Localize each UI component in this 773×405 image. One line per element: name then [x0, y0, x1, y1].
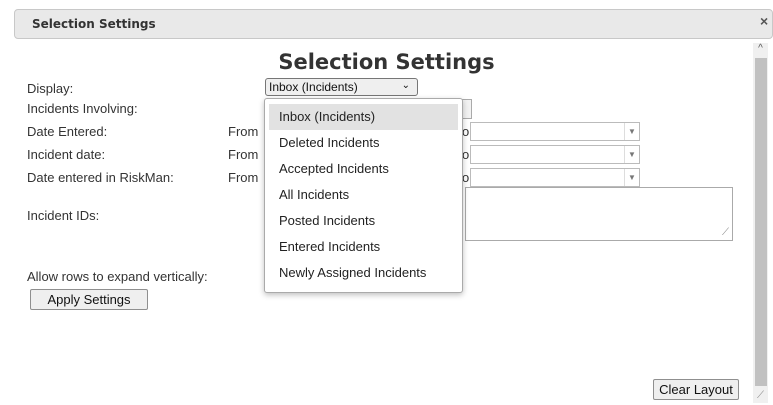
title-bar[interactable]: Selection Settings — [14, 9, 773, 39]
clear-layout-button[interactable]: Clear Layout — [653, 379, 739, 400]
dropdown-option[interactable]: All Incidents — [269, 182, 458, 208]
dropdown-arrow-icon[interactable]: ▼ — [624, 146, 639, 163]
scrollbar-thumb[interactable] — [755, 58, 767, 386]
incident-ids-label: Incident IDs: — [27, 208, 100, 223]
date-entered-riskman-label: Date entered in RiskMan: — [27, 170, 174, 185]
dropdown-arrow-icon[interactable]: ▼ — [624, 169, 639, 186]
incident-date-from-label: From — [228, 147, 259, 162]
resize-grip-icon[interactable]: ⟋ — [722, 227, 729, 238]
incident-ids-textarea[interactable]: ⟋ — [465, 187, 733, 241]
dropdown-option[interactable]: Accepted Incidents — [269, 156, 458, 182]
date-entered-from-label: From — [228, 124, 259, 139]
date-entered-to-combo[interactable]: ▼ — [470, 122, 640, 141]
date-entered-label: Date Entered: — [27, 124, 108, 139]
chevron-down-icon: ⌄ — [401, 80, 410, 91]
riskman-to-label: o — [462, 170, 470, 185]
dropdown-option[interactable]: Newly Assigned Incidents — [269, 260, 458, 286]
close-icon[interactable]: × — [760, 13, 768, 29]
dropdown-arrow-icon[interactable]: ▼ — [624, 123, 639, 140]
page-title: Selection Settings — [278, 50, 495, 74]
chevron-up-icon[interactable]: ^ — [753, 43, 768, 57]
apply-settings-button[interactable]: Apply Settings — [30, 289, 148, 310]
vertical-scrollbar[interactable]: ^ — [753, 43, 768, 403]
window-resize-icon[interactable]: ⟋ — [757, 390, 764, 401]
incidents-involving-label: Incidents Involving: — [27, 101, 138, 116]
dropdown-option[interactable]: Inbox (Incidents) — [269, 104, 458, 130]
display-select-value: Inbox (Incidents) — [269, 80, 358, 94]
incident-date-to-label: o — [462, 147, 470, 162]
dropdown-option[interactable]: Posted Incidents — [269, 208, 458, 234]
dialog-title: Selection Settings — [32, 17, 156, 31]
riskman-from-label: From — [228, 170, 259, 185]
display-dropdown-menu: Inbox (Incidents) Deleted Incidents Acce… — [264, 98, 463, 293]
display-select[interactable]: Inbox (Incidents) ⌄ — [265, 78, 418, 96]
incident-date-to-combo[interactable]: ▼ — [470, 145, 640, 164]
riskman-to-combo[interactable]: ▼ — [470, 168, 640, 187]
dropdown-option[interactable]: Deleted Incidents — [269, 130, 458, 156]
display-label: Display: — [27, 81, 74, 96]
dropdown-option[interactable]: Entered Incidents — [269, 234, 458, 260]
selection-settings-dialog: Selection Settings × Selection Settings … — [0, 0, 773, 405]
allow-rows-label: Allow rows to expand vertically: — [27, 269, 208, 284]
date-entered-to-label: o — [462, 124, 470, 139]
incident-date-label: Incident date: — [27, 147, 106, 162]
